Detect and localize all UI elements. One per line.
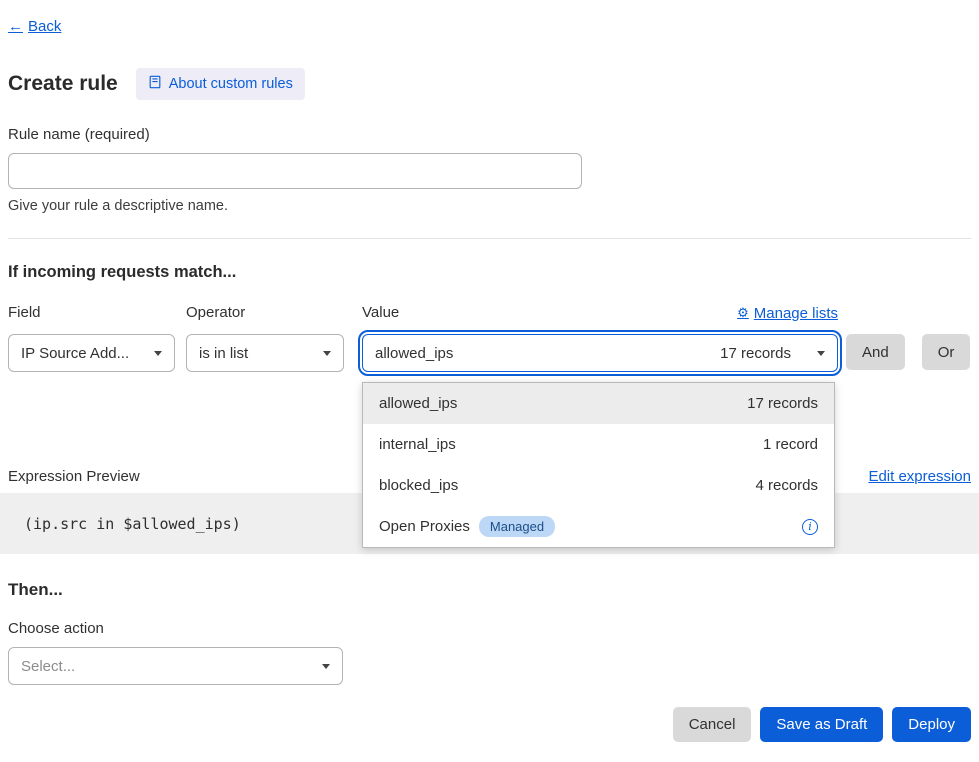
field-select[interactable]: IP Source Add... <box>8 334 175 372</box>
title-row: Create rule About custom rules <box>8 68 971 100</box>
footer-buttons: Cancel Save as Draft Deploy <box>8 707 971 742</box>
list-option-name: allowed_ips <box>379 395 457 412</box>
value-dropdown-menu: allowed_ips 17 records internal_ips 1 re… <box>362 382 835 548</box>
rule-name-label: Rule name (required) <box>8 126 971 143</box>
value-select[interactable]: allowed_ips 17 records <box>362 334 838 372</box>
create-rule-page: ← Back Create rule About custom rules Rul… <box>0 0 979 762</box>
value-header: Value ⚙ Manage lists <box>362 304 838 322</box>
value-column: Value ⚙ Manage lists allowed_ips 17 reco… <box>362 304 838 372</box>
save-as-draft-button[interactable]: Save as Draft <box>760 707 883 742</box>
expression-code: (ip.src in $allowed_ips) <box>24 515 241 533</box>
then-section-title: Then... <box>8 580 971 600</box>
match-condition-row: Field IP Source Add... Operator is in li… <box>8 304 971 372</box>
cancel-button[interactable]: Cancel <box>673 707 752 742</box>
operator-column: Operator is in list <box>186 304 344 372</box>
list-option-meta: 4 records <box>755 477 818 494</box>
operator-select[interactable]: is in list <box>186 334 344 372</box>
list-option-name: internal_ips <box>379 436 456 453</box>
expression-preview-label: Expression Preview <box>8 468 140 485</box>
back-link[interactable]: ← Back <box>8 18 61 35</box>
choose-action-label: Choose action <box>8 620 971 637</box>
list-option-meta: 17 records <box>747 395 818 412</box>
manage-lists-label: Manage lists <box>754 305 838 322</box>
operator-select-value: is in list <box>199 345 248 362</box>
gear-icon: ⚙ <box>737 305 749 321</box>
and-or-buttons: And Or <box>846 304 970 370</box>
list-option-left: Open Proxies Managed <box>379 516 555 537</box>
operator-label: Operator <box>186 304 344 322</box>
list-option-blocked-ips[interactable]: blocked_ips 4 records <box>363 465 834 506</box>
edit-expression-link[interactable]: Edit expression <box>868 468 971 485</box>
field-select-value: IP Source Add... <box>21 345 129 362</box>
list-option-name: Open Proxies <box>379 518 470 535</box>
field-label: Field <box>8 304 175 322</box>
chevron-down-icon <box>817 351 825 356</box>
list-option-meta: 1 record <box>763 436 818 453</box>
and-button[interactable]: And <box>846 334 905 370</box>
document-icon <box>148 75 162 93</box>
about-custom-rules-label: About custom rules <box>169 76 293 92</box>
chevron-down-icon <box>323 351 331 356</box>
match-section-title: If incoming requests match... <box>8 263 971 282</box>
value-select-value: allowed_ips <box>375 345 453 362</box>
action-select[interactable]: Select... <box>8 647 343 685</box>
chevron-down-icon <box>154 351 162 356</box>
manage-lists-link[interactable]: ⚙ Manage lists <box>737 305 838 322</box>
list-option-allowed-ips[interactable]: allowed_ips 17 records <box>363 383 834 424</box>
or-button[interactable]: Or <box>922 334 971 370</box>
value-select-records: 17 records <box>720 345 791 362</box>
value-label: Value <box>362 304 399 322</box>
section-divider <box>8 238 971 239</box>
info-icon[interactable]: i <box>802 519 818 535</box>
list-option-name: blocked_ips <box>379 477 458 494</box>
rule-name-helper-text: Give your rule a descriptive name. <box>8 198 971 214</box>
rule-name-input[interactable] <box>8 153 582 189</box>
about-custom-rules-link[interactable]: About custom rules <box>136 68 305 100</box>
deploy-button[interactable]: Deploy <box>892 707 971 742</box>
field-column: Field IP Source Add... <box>8 304 175 372</box>
value-select-right: 17 records <box>720 345 825 362</box>
list-option-open-proxies[interactable]: Open Proxies Managed i <box>363 506 834 547</box>
list-option-internal-ips[interactable]: internal_ips 1 record <box>363 424 834 465</box>
managed-badge: Managed <box>479 516 555 537</box>
back-arrow-icon: ← <box>8 18 23 35</box>
back-link-label: Back <box>28 18 61 35</box>
page-title: Create rule <box>8 72 118 96</box>
action-select-placeholder: Select... <box>21 658 75 675</box>
chevron-down-icon <box>322 664 330 669</box>
